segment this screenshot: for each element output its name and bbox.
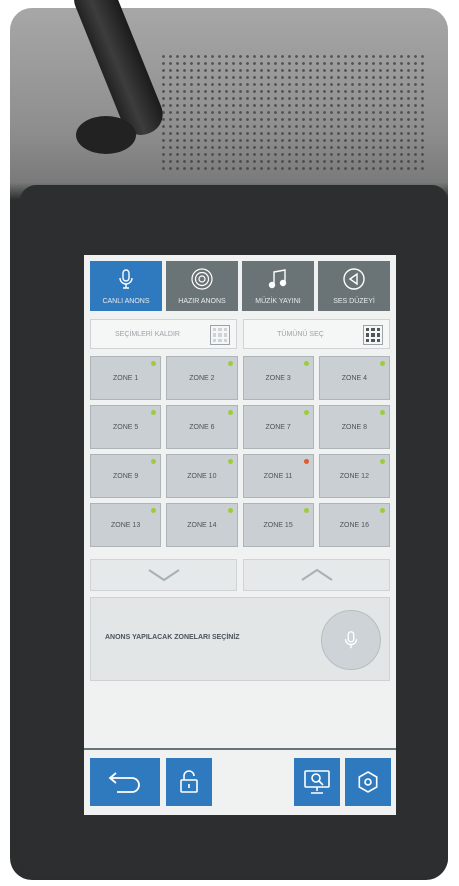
selection-row: SEÇİMLERİ KALDIR TÜMÜNÜ SEÇ	[90, 319, 390, 349]
zone-label: ZONE 13	[111, 521, 141, 529]
clear-selection-label: SEÇİMLERİ KALDIR	[115, 330, 180, 338]
zone-label: ZONE 11	[263, 472, 293, 480]
back-icon	[108, 772, 140, 793]
zone-button[interactable]: ZONE 16	[318, 503, 390, 547]
zone-status-dot	[380, 508, 385, 513]
music-note-icon	[268, 269, 287, 289]
select-all-label: TÜMÜNÜ SEÇ	[277, 330, 324, 338]
select-all-button[interactable]: TÜMÜNÜ SEÇ	[243, 319, 390, 349]
chevron-down-icon	[147, 569, 180, 582]
zone-button[interactable]: ZONE 11	[242, 454, 314, 498]
broadcast-icon	[191, 268, 213, 290]
tab-label: SES DÜZEYİ	[333, 298, 375, 305]
zone-label: ZONE 7	[265, 423, 291, 431]
zone-status-dot	[151, 459, 157, 464]
tab-hazir-anons[interactable]: HAZIR ANONS	[166, 261, 238, 311]
zone-status-dot	[227, 361, 233, 366]
zone-label: ZONE 14	[187, 521, 217, 529]
mode-tabs: CANLI ANONS HAZIR ANONS MÜZİK YAYINI SES…	[90, 261, 390, 311]
zone-status-dot	[380, 410, 385, 415]
clear-selection-button[interactable]: SEÇİMLERİ KALDIR	[90, 319, 237, 349]
zone-button[interactable]: ZONE 7	[242, 405, 314, 449]
zone-status-dot	[380, 361, 385, 366]
zone-status-dot	[151, 508, 157, 513]
zone-status-dot	[303, 508, 309, 513]
grid-empty-icon	[210, 325, 230, 345]
page-up-button[interactable]	[243, 559, 390, 591]
lock-button[interactable]	[166, 758, 212, 806]
bottom-toolbar	[84, 748, 396, 815]
zone-status-dot	[227, 459, 233, 464]
zone-grid: ZONE 1 ZONE 2 ZONE 3 ZONE 4 ZONE 5 ZONE …	[90, 356, 390, 547]
mic-icon	[344, 631, 358, 649]
zone-button[interactable]: ZONE 3	[242, 356, 314, 400]
zone-button[interactable]: ZONE 5	[90, 405, 162, 449]
touch-screen: CANLI ANONS HAZIR ANONS MÜZİK YAYINI SES…	[84, 255, 396, 815]
page-down-button[interactable]	[90, 559, 237, 591]
zone-button[interactable]: ZONE 12	[318, 454, 390, 498]
zone-button[interactable]: ZONE 4	[318, 356, 390, 400]
grid-filled-icon	[363, 325, 383, 345]
zone-label: ZONE 6	[189, 423, 215, 431]
zone-button[interactable]: ZONE 15	[242, 503, 314, 547]
monitor-search-button[interactable]	[294, 758, 340, 806]
zone-button[interactable]: ZONE 1	[90, 356, 162, 400]
tab-muzik-yayini[interactable]: MÜZİK YAYINI	[242, 261, 314, 311]
zone-button[interactable]: ZONE 8	[318, 405, 390, 449]
zone-button[interactable]: ZONE 9	[90, 454, 162, 498]
talk-button[interactable]	[321, 610, 381, 670]
zone-status-dot	[303, 361, 309, 366]
tab-ses-duzeyi[interactable]: SES DÜZEYİ	[318, 261, 390, 311]
zone-label: ZONE 9	[112, 472, 139, 480]
settings-button[interactable]	[345, 758, 391, 806]
zone-status-dot	[303, 459, 309, 464]
zone-label: ZONE 15	[263, 521, 293, 529]
mic-icon	[119, 269, 133, 289]
tab-canli-anons[interactable]: CANLI ANONS	[90, 261, 162, 311]
zone-status-dot	[227, 508, 233, 513]
zone-label: ZONE 12	[339, 472, 369, 480]
zone-label: ZONE 5	[112, 423, 139, 431]
back-button[interactable]	[90, 758, 160, 806]
tab-label: MÜZİK YAYINI	[255, 298, 301, 305]
zone-button[interactable]: ZONE 2	[166, 356, 238, 400]
zone-button[interactable]: ZONE 13	[90, 503, 162, 547]
speaker-grille	[160, 53, 428, 171]
volume-icon	[343, 268, 365, 290]
announcement-panel: ANONS YAPILACAK ZONELARI SEÇİNİZ	[90, 597, 390, 681]
zone-status-dot	[380, 459, 385, 464]
zone-button[interactable]: ZONE 10	[166, 454, 238, 498]
settings-icon	[358, 771, 378, 793]
zone-label: ZONE 8	[341, 423, 368, 431]
zone-label: ZONE 16	[339, 521, 369, 529]
zone-pager	[90, 559, 390, 591]
tab-label: CANLI ANONS	[102, 298, 150, 305]
chevron-up-icon	[300, 568, 333, 581]
zone-status-dot	[303, 410, 309, 415]
zone-button[interactable]: ZONE 6	[166, 405, 238, 449]
zone-label: ZONE 10	[187, 472, 217, 480]
zone-status-dot	[151, 410, 157, 415]
tab-label: HAZIR ANONS	[178, 298, 226, 305]
monitor-search-icon	[304, 770, 330, 794]
zone-label: ZONE 3	[265, 374, 291, 382]
zone-button[interactable]: ZONE 14	[166, 503, 238, 547]
zone-label: ZONE 1	[112, 374, 139, 382]
zone-status-dot	[151, 361, 157, 366]
zone-label: ZONE 4	[341, 374, 368, 382]
instruction-text: ANONS YAPILACAK ZONELARI SEÇİNİZ	[105, 634, 240, 641]
zone-status-dot	[227, 410, 233, 415]
lock-icon	[180, 770, 198, 793]
zone-label: ZONE 2	[189, 374, 215, 382]
microphone-base	[76, 116, 136, 154]
